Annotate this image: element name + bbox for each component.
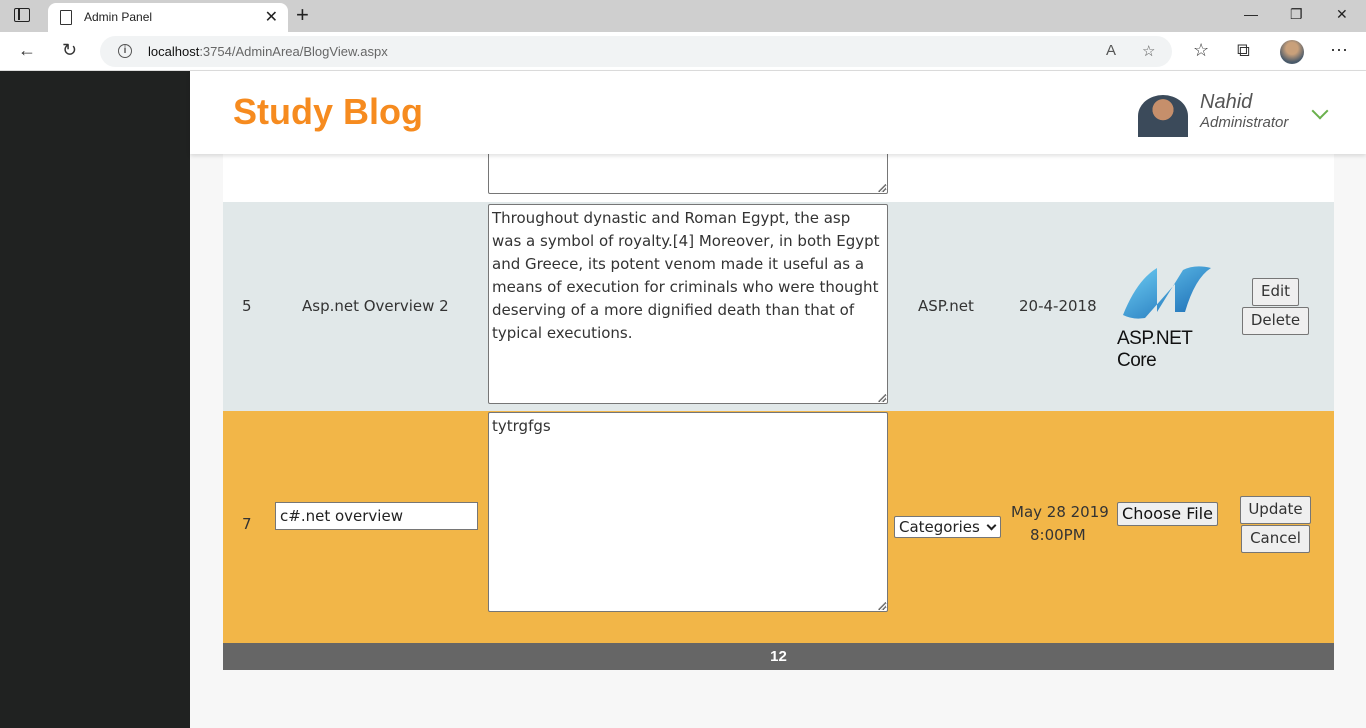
user-name: Nahid <box>1200 91 1253 113</box>
app-header: Study Blog Nahid Administrator <box>190 71 1366 154</box>
page-icon <box>60 10 72 25</box>
row-id: 5 <box>242 297 252 315</box>
close-window-icon[interactable]: ✕ <box>1336 6 1348 23</box>
pager-links[interactable]: 12 <box>770 648 787 665</box>
user-avatar <box>1138 95 1188 137</box>
tab-actions-icon[interactable] <box>14 8 30 22</box>
description-textarea[interactable]: Throughout dynastic and Roman Egypt, the… <box>488 204 888 404</box>
sidebar <box>0 71 190 728</box>
info-icon[interactable]: i <box>118 44 132 58</box>
browser-nav-bar: ← ↻ i localhost:3754/AdminArea/BlogView.… <box>0 32 1366 71</box>
address-bar[interactable]: i localhost:3754/AdminArea/BlogView.aspx… <box>100 36 1172 67</box>
more-menu-icon[interactable]: ⋯ <box>1330 40 1348 60</box>
brand-title: Study Blog <box>233 91 423 132</box>
table-row-editing: 7 c#.net overview tytrgfgs Categories Ma… <box>223 411 1334 643</box>
profile-avatar[interactable] <box>1280 40 1304 64</box>
edit-button[interactable]: Edit <box>1252 278 1299 306</box>
tab-title: Admin Panel <box>84 10 153 24</box>
table-row: 5 Asp.net Overview 2 Throughout dynastic… <box>223 202 1334 411</box>
row-date: 20-4-2018 <box>1019 297 1097 315</box>
title-input[interactable]: c#.net overview <box>275 502 478 530</box>
row-title: Asp.net Overview 2 <box>302 297 449 315</box>
image-caption: ASP.NET Core <box>1117 328 1193 371</box>
browser-tab[interactable]: Admin Panel ✕ <box>48 3 288 32</box>
delete-button[interactable]: Delete <box>1242 307 1309 335</box>
refresh-icon[interactable]: ↻ <box>62 40 77 60</box>
cancel-button[interactable]: Cancel <box>1241 525 1310 553</box>
chevron-down-icon[interactable] <box>1311 102 1329 120</box>
favorites-icon[interactable]: ☆ <box>1193 40 1209 60</box>
back-icon[interactable]: ← <box>18 40 36 60</box>
row-category: ASP.net <box>918 297 974 315</box>
read-aloud-icon[interactable]: A <box>1106 42 1116 59</box>
url-text: localhost:3754/AdminArea/BlogView.aspx <box>148 44 388 59</box>
user-role: Administrator <box>1200 114 1289 131</box>
row-id: 7 <box>242 515 252 533</box>
pager: 12 <box>223 643 1334 670</box>
row-date: May 28 2019 <box>1011 503 1109 521</box>
minimize-icon[interactable]: — <box>1244 6 1258 22</box>
category-select[interactable]: Categories <box>894 516 1001 538</box>
choose-file-button[interactable]: Choose File <box>1117 502 1218 526</box>
table-row <box>223 144 1334 202</box>
collections-icon[interactable]: ⧉ <box>1237 40 1250 60</box>
restore-icon[interactable]: ❐ <box>1290 6 1303 23</box>
browser-tab-bar: Admin Panel ✕ + — ❐ ✕ <box>0 0 1366 32</box>
new-tab-icon[interactable]: + <box>296 3 309 27</box>
close-tab-icon[interactable]: ✕ <box>265 7 278 27</box>
row-time: 8:00PM <box>1030 526 1086 544</box>
description-textarea[interactable]: tytrgfgs <box>488 412 888 612</box>
chevron-down-icon <box>986 520 997 531</box>
update-button[interactable]: Update <box>1240 496 1311 524</box>
add-favorite-icon[interactable]: ☆ <box>1142 42 1155 60</box>
